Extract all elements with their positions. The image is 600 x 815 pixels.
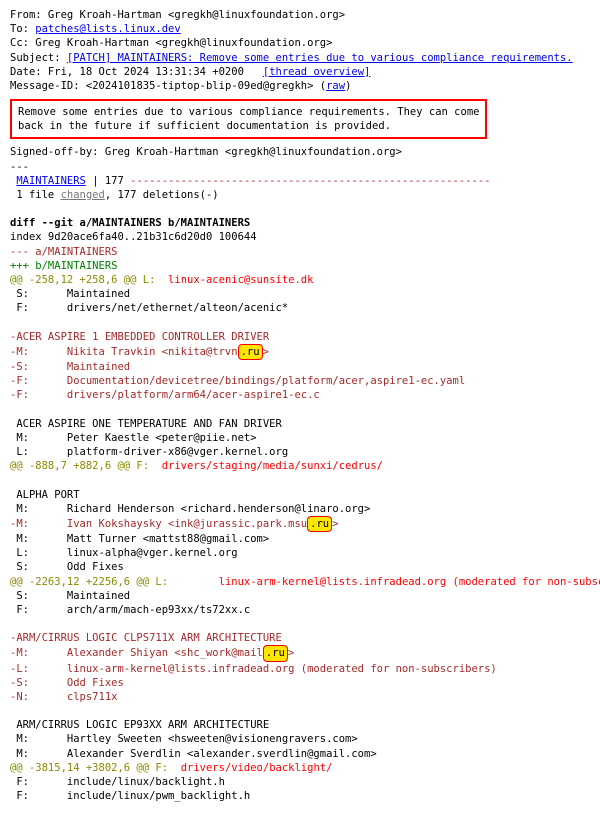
diffstat-summary: 1 file changed, 177 deletions(-): [10, 188, 590, 202]
signed-off-by: Signed-off-by: Greg Kroah-Hartman <gregk…: [10, 145, 590, 159]
diffstat-file-link[interactable]: MAINTAINERS: [16, 175, 86, 187]
context-line: F: include/linux/backlight.h: [10, 775, 590, 789]
context-line: M: Peter Kaestle <peter@piie.net>: [10, 431, 590, 445]
thread-overview-link[interactable]: [thread overview]: [263, 66, 370, 78]
context-line: L: platform-driver-x86@vger.kernel.org: [10, 445, 590, 459]
diff-file-a: --- a/MAINTAINERS: [10, 245, 590, 259]
context-line: [10, 402, 590, 416]
hunk-header: @@ -258,12 +258,6 @@ L: linux-acenic@sun…: [10, 273, 590, 287]
subject-line: Subject: [PATCH] MAINTAINERS: Remove som…: [10, 51, 590, 65]
context-line: ALPHA PORT: [10, 488, 590, 502]
context-line: F: arch/arm/mach-ep93xx/ts72xx.c: [10, 603, 590, 617]
context-line: S: Maintained: [10, 287, 590, 301]
ru-highlight: .ru: [238, 344, 263, 360]
ru-highlight: .ru: [307, 516, 332, 532]
deleted-line: -ACER ASPIRE 1 EMBEDDED CONTROLLER DRIVE…: [10, 330, 590, 344]
context-line: M: Alexander Sverdlin <alexander.sverdli…: [10, 747, 590, 761]
deleted-line: -M: Ivan Kokshaysky <ink@jurassic.park.m…: [10, 516, 590, 532]
context-line: [10, 617, 590, 631]
deleted-line: -S: Odd Fixes: [10, 676, 590, 690]
context-line: ARM/CIRRUS LOGIC EP93XX ARM ARCHITECTURE: [10, 718, 590, 732]
context-line: [10, 704, 590, 718]
deleted-line: -F: drivers/platform/arm64/acer-aspire1-…: [10, 388, 590, 402]
hunk-header: @@ -888,7 +882,6 @@ F: drivers/staging/m…: [10, 459, 590, 473]
context-line: M: Hartley Sweeten <hsweeten@visionengra…: [10, 732, 590, 746]
deleted-line: -N: clps711x: [10, 690, 590, 704]
context-line: M: Richard Henderson <richard.henderson@…: [10, 502, 590, 516]
subject-link[interactable]: [PATCH] MAINTAINERS: Remove some entries…: [67, 52, 573, 64]
context-line: F: drivers/net/ethernet/alteon/acenic*: [10, 301, 590, 315]
message-body-text: Remove some entries due to various compl…: [18, 105, 479, 133]
hunk-header: @@ -3815,14 +3802,6 @@ F: drivers/video/…: [10, 761, 590, 775]
separator: ---: [10, 160, 590, 174]
diff-cmd: diff --git a/MAINTAINERS b/MAINTAINERS: [10, 216, 590, 230]
context-line: F: include/linux/pwm_backlight.h: [10, 789, 590, 803]
diff-file-b: +++ b/MAINTAINERS: [10, 259, 590, 273]
hunk-header: @@ -2263,12 +2256,6 @@ L: linux-arm-kern…: [10, 575, 590, 589]
context-line: ACER ASPIRE ONE TEMPERATURE AND FAN DRIV…: [10, 417, 590, 431]
diffstat-file: MAINTAINERS | 177 ----------------------…: [10, 174, 590, 188]
deleted-line: -S: Maintained: [10, 360, 590, 374]
date-line: Date: Fri, 18 Oct 2024 13:31:34 +0200 [t…: [10, 65, 590, 79]
context-line: [10, 473, 590, 487]
from-line: From: Greg Kroah-Hartman <gregkh@linuxfo…: [10, 8, 590, 22]
cc-line: Cc: Greg Kroah-Hartman <gregkh@linuxfoun…: [10, 36, 590, 50]
msgid-line: Message-ID: <2024101835-tiptop-blip-09ed…: [10, 79, 590, 93]
context-line: S: Maintained: [10, 589, 590, 603]
to-line: To: patches@lists.linux.dev: [10, 22, 590, 36]
context-line: L: linux-alpha@vger.kernel.org: [10, 546, 590, 560]
to-link[interactable]: patches@lists.linux.dev: [35, 23, 180, 35]
deleted-line: -M: Nikita Travkin <nikita@trvn.ru>: [10, 344, 590, 360]
deleted-line: -ARM/CIRRUS LOGIC CLPS711X ARM ARCHITECT…: [10, 631, 590, 645]
diff-hunks: @@ -258,12 +258,6 @@ L: linux-acenic@sun…: [10, 273, 590, 803]
deleted-line: -L: linux-arm-kernel@lists.infradead.org…: [10, 662, 590, 676]
context-line: M: Matt Turner <mattst88@gmail.com>: [10, 532, 590, 546]
message-body-highlight: Remove some entries due to various compl…: [10, 99, 487, 139]
deleted-line: -F: Documentation/devicetree/bindings/pl…: [10, 374, 590, 388]
diff-index: index 9d20ace6fa40..21b31c6d20d0 100644: [10, 230, 590, 244]
context-line: [10, 315, 590, 329]
raw-link[interactable]: raw: [326, 80, 345, 92]
context-line: S: Odd Fixes: [10, 560, 590, 574]
diffstat-changed-link[interactable]: changed: [61, 189, 105, 201]
